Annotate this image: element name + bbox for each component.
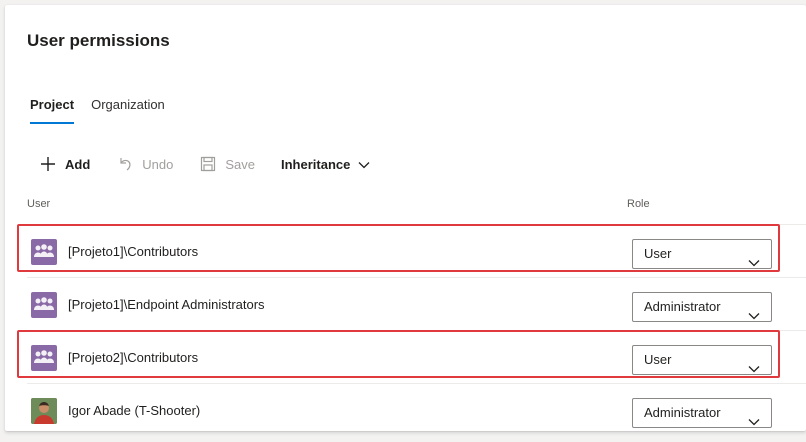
table-row: [Projeto1]\Endpoint Administrators Admin… <box>27 277 806 330</box>
inheritance-label: Inheritance <box>281 156 351 172</box>
role-value: Administrator <box>644 405 721 420</box>
column-header-role: Role <box>627 198 650 210</box>
undo-button[interactable]: Undo <box>116 155 173 173</box>
user-permissions-panel: User permissions Project Organization Ad… <box>5 5 806 431</box>
role-value: User <box>644 352 672 367</box>
chevron-down-icon <box>358 157 370 172</box>
save-icon <box>199 155 217 173</box>
table-row: [Projeto2]\Contributors User <box>27 330 806 383</box>
role-dropdown[interactable]: Administrator <box>632 398 772 428</box>
table-row: [Projeto1]\Contributors User <box>27 224 806 277</box>
chevron-down-icon <box>748 355 760 383</box>
user-name: Igor Abade (T-Shooter) <box>68 403 201 418</box>
user-name: [Projeto1]\Contributors <box>68 244 199 259</box>
undo-icon <box>116 155 134 173</box>
role-value: User <box>644 246 672 261</box>
group-icon <box>31 292 57 318</box>
add-button-label: Add <box>65 156 91 172</box>
user-name: [Projeto2]\Contributors <box>68 350 199 365</box>
tab-bar: Project Organization <box>30 97 182 129</box>
column-header-user: User <box>27 198 51 210</box>
tab-organization[interactable]: Organization <box>91 97 165 129</box>
page-title: User permissions <box>27 31 170 50</box>
add-button[interactable]: Add <box>39 155 90 173</box>
inheritance-dropdown[interactable]: Inheritance <box>281 157 370 172</box>
group-icon <box>31 239 57 265</box>
role-value: Administrator <box>644 299 721 314</box>
user-avatar <box>31 398 57 424</box>
undo-button-label: Undo <box>142 156 174 172</box>
role-dropdown[interactable]: User <box>632 239 772 269</box>
permissions-table: [Projeto1]\Contributors User [Projeto1]\… <box>27 224 806 436</box>
role-dropdown[interactable]: Administrator <box>632 292 772 322</box>
chevron-down-icon <box>748 302 760 330</box>
chevron-down-icon <box>748 408 760 436</box>
toolbar: Add Undo Save Inheritance <box>39 151 396 177</box>
user-name: [Projeto1]\Endpoint Administrators <box>68 297 265 312</box>
save-button[interactable]: Save <box>199 155 255 173</box>
group-icon <box>31 345 57 371</box>
plus-icon <box>39 155 57 173</box>
save-button-label: Save <box>225 156 255 172</box>
tab-project[interactable]: Project <box>30 97 75 129</box>
chevron-down-icon <box>748 249 760 277</box>
role-dropdown[interactable]: User <box>632 345 772 375</box>
table-row: Igor Abade (T-Shooter) Administrator <box>27 383 806 436</box>
